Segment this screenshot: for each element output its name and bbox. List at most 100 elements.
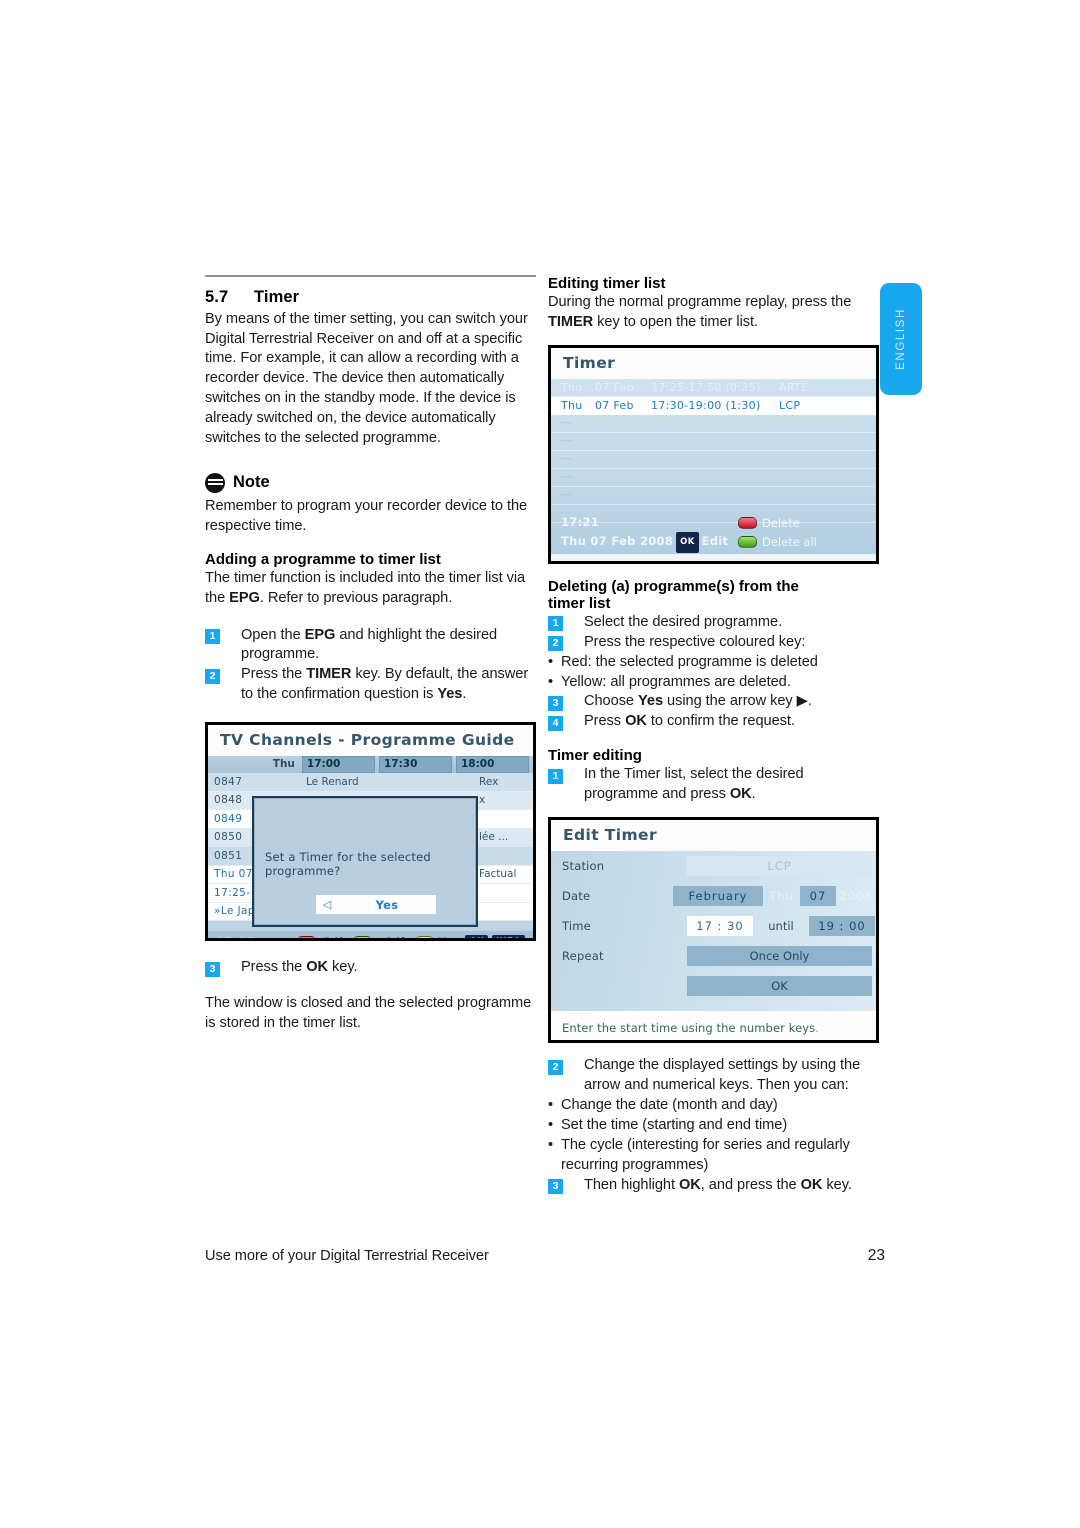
date-month[interactable]: February — [673, 886, 763, 907]
deleting-heading-line1: Deleting (a) programme(s) from the — [548, 577, 799, 595]
edit-timer-body: Station LCP Date February Thu 07 2008 Ti… — [551, 851, 876, 1012]
status-bar-period: . — [815, 1021, 820, 1036]
step-text-ok: OK — [729, 786, 752, 803]
timer-entry-station: LCP — [779, 398, 801, 412]
step-number: 2 — [205, 668, 220, 684]
time-end[interactable]: 19 : 00 — [809, 916, 875, 937]
timer-list-body: Thu 07 Feb 17:25-17:50 (0:25) ARTE Thu 0… — [551, 378, 876, 554]
time-start[interactable]: 17 : 30 — [687, 916, 753, 937]
time-until-label: until — [768, 919, 794, 934]
edit-timer-title: Edit Timer — [551, 820, 876, 852]
step-text-ok1: OK — [679, 1176, 701, 1193]
manual-page: ENGLISH 5.7 Timer By means of the timer s… — [0, 0, 1080, 1528]
tv-row-right: Factual — [479, 868, 517, 881]
list-item-empty[interactable]: --- — [551, 415, 876, 433]
step-text-e: key. — [822, 1176, 852, 1193]
step-item: 3 Then highlight OK, and press the OK ke… — [548, 1176, 879, 1196]
ok-button-icon[interactable]: OK — [676, 531, 699, 553]
step-text: Change the displayed settings by using t… — [584, 1057, 861, 1093]
step-number: 1 — [548, 768, 563, 784]
red-key-icon — [296, 936, 316, 939]
timer-list-date: Thu 07 Feb 2008 — [561, 533, 674, 548]
tv-guide-footer: 17:15 -24h +24h Now OK INFO — [208, 931, 533, 939]
tv-guide-day: Thu — [272, 758, 295, 771]
station-fields: LCP — [687, 856, 876, 877]
step-text-c: key. — [328, 959, 358, 976]
deleting-heading-line2: timer list — [548, 594, 611, 612]
left-arrow-icon: ◁ — [322, 898, 332, 912]
list-item: The cycle (interesting for series and re… — [548, 1136, 879, 1176]
adding-intro-c: . Refer to previous paragraph. — [259, 589, 453, 606]
colour-key[interactable]: +24h — [353, 935, 409, 939]
section-title: Timer — [254, 287, 300, 306]
deleting-heading: Deleting (a) programme(s) from the timer… — [548, 578, 879, 612]
timer-entry-station: ARTE — [779, 380, 809, 394]
step-text-e: . — [462, 686, 467, 703]
tv-row-channel: 0847 — [214, 775, 243, 788]
step-text-d: . — [807, 693, 812, 710]
tv-row-programme: Le Renard — [306, 775, 359, 788]
step-number: 3 — [205, 961, 220, 977]
repeat-value[interactable]: Once Only — [687, 946, 872, 967]
timer-editing-final-step: 3 Then highlight OK, and press the OK ke… — [548, 1176, 879, 1196]
colour-key[interactable]: Now — [415, 935, 465, 939]
tv-guide-slot: 17:30 — [378, 756, 452, 774]
timer-editing-bullets: Change the date (month and day) Set the … — [548, 1096, 879, 1176]
list-item-empty[interactable]: --- — [551, 487, 876, 505]
step-item: 2 Press the respective coloured key: — [548, 633, 879, 653]
date-day[interactable]: 07 — [800, 886, 836, 907]
tv-guide-title: TV Channels - Programme Guide — [208, 725, 533, 757]
status-bar-text: Enter the start time using the number ke… — [562, 1021, 816, 1036]
info-button-icon[interactable]: INFO — [492, 935, 525, 939]
editing-text-c: key to open the timer list. — [593, 313, 759, 330]
step-number: 1 — [205, 629, 220, 645]
section-number: 5.7 — [205, 287, 229, 306]
repeat-fields: Once Only — [687, 946, 876, 967]
timer-list-actions: Delete Delete all — [738, 510, 866, 554]
tv-guide-timebar: Thu 17:00 17:30 18:00 — [208, 756, 533, 774]
intro-paragraph: By means of the timer setting, you can s… — [205, 310, 528, 447]
tv-guide-slot: 17:00 — [301, 756, 375, 774]
list-item-empty[interactable]: --- — [551, 469, 876, 487]
list-item: Set the time (starting and end time) — [548, 1116, 879, 1136]
delete-all-action[interactable]: Delete all — [738, 533, 866, 552]
timer-list-dateline: Thu 07 Feb 2008 OK Edit — [561, 531, 738, 553]
list-item: Red: the selected programme is deleted — [548, 653, 879, 673]
list-item-empty[interactable]: --- — [551, 451, 876, 469]
tv-guide-colour-keys: -24h +24h Now — [296, 935, 465, 939]
list-item[interactable]: Thu 07 Feb 17:30-19:00 (1:30) LCP — [551, 396, 876, 415]
step-item: 3 Choose Yes using the arrow key ▶. — [548, 692, 879, 712]
colour-key[interactable]: -24h — [296, 935, 347, 939]
station-label: Station — [562, 859, 605, 874]
time-fields: 17 : 30 until 19 : 00 — [687, 916, 876, 937]
edit-timer-screenshot: Edit Timer Station LCP Date February Thu… — [548, 817, 879, 1044]
station-value[interactable]: LCP — [687, 856, 872, 877]
deleting-steps-cont: 3 Choose Yes using the arrow key ▶. 4 Pr… — [548, 692, 879, 732]
list-item[interactable]: Thu 07 Feb 17:25-17:50 (0:25) ARTE — [551, 379, 876, 397]
adding-heading: Adding a programme to timer list — [205, 550, 441, 568]
ok-button[interactable]: OK — [687, 976, 872, 997]
step-text-a: Choose — [584, 693, 639, 710]
list-item-empty[interactable]: --- — [551, 433, 876, 451]
timer-list-edit-label: Edit — [701, 533, 729, 548]
timer-editing-heading: Timer editing — [548, 747, 642, 765]
step-text: Press the respective coloured key: — [584, 633, 806, 650]
green-key-icon — [353, 936, 373, 939]
step-text-b: OK — [306, 959, 328, 976]
delete-action[interactable]: Delete — [738, 514, 866, 533]
deleting-bullets: Red: the selected programme is deleted Y… — [548, 653, 879, 693]
dialog-yes-label: Yes — [375, 897, 399, 912]
tv-row-right: Rex — [479, 775, 499, 788]
step-text-a: Press — [584, 713, 626, 730]
page-title: 5.7 Timer — [205, 288, 536, 307]
dialog-yes-button[interactable]: ◁ Yes — [316, 895, 436, 915]
list-item: Change the date (month and day) — [548, 1096, 879, 1116]
editing-text-timer: TIMER — [548, 313, 594, 330]
section-rule — [205, 275, 536, 277]
tv-guide-clock: 17:15 — [208, 935, 297, 938]
timer-entry-date: 07 Feb — [595, 380, 634, 394]
right-column: Editing timer list During the normal pro… — [548, 275, 879, 1195]
yellow-key-icon — [415, 936, 435, 939]
editing-heading: Editing timer list — [548, 275, 666, 292]
ok-button-icon[interactable]: OK — [465, 935, 489, 939]
